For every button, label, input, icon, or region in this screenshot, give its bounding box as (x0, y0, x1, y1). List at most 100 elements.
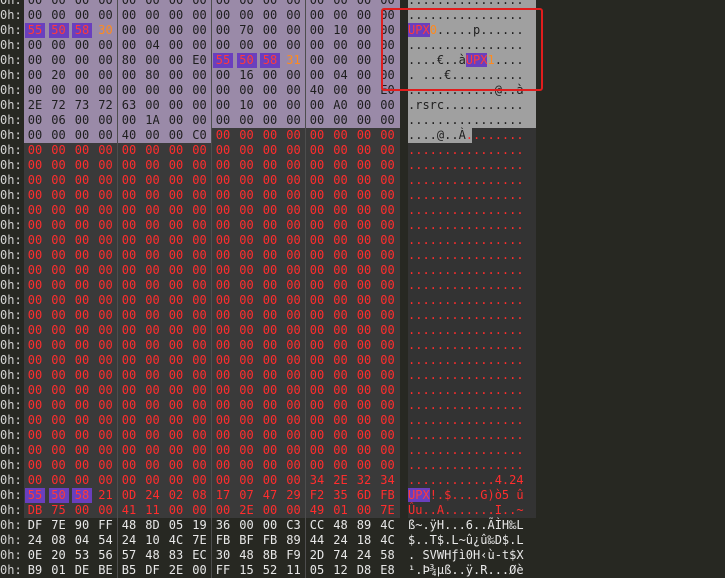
hex-byte[interactable]: 00 (166, 503, 186, 518)
hex-byte[interactable]: 00 (378, 0, 398, 8)
hex-byte[interactable]: 00 (284, 368, 304, 383)
ascii-text[interactable]: ................ (408, 263, 524, 278)
hex-byte[interactable]: CC (307, 518, 327, 533)
hex-byte[interactable]: 00 (143, 398, 163, 413)
hex-byte[interactable]: 00 (331, 278, 351, 293)
hex-byte[interactable]: 00 (72, 428, 92, 443)
hex-byte[interactable]: 00 (143, 353, 163, 368)
hex-byte[interactable]: 00 (96, 338, 116, 353)
hex-byte[interactable]: 00 (166, 158, 186, 173)
hex-row[interactable]: 0h: 00 00 00 00 00 00 00 00 00 00 00 00 00 00 00 00.....… (0, 218, 725, 233)
hex-byte[interactable]: DF (143, 563, 163, 578)
hex-byte[interactable]: 00 (96, 398, 116, 413)
ascii-text[interactable]: ....@..À........ (408, 128, 524, 143)
hex-byte[interactable]: 00 (331, 413, 351, 428)
hex-byte[interactable]: 00 (378, 68, 398, 83)
hex-byte[interactable]: 00 (72, 8, 92, 23)
hex-byte[interactable]: 00 (166, 308, 186, 323)
hex-byte[interactable]: 04 (143, 38, 163, 53)
hex-byte[interactable]: 00 (213, 0, 233, 8)
hex-byte[interactable]: 00 (143, 188, 163, 203)
hex-byte[interactable]: 47 (260, 488, 280, 503)
hex-byte[interactable]: 00 (143, 0, 163, 8)
hex-byte[interactable]: 00 (284, 398, 304, 413)
hex-byte[interactable]: 00 (166, 113, 186, 128)
hex-byte[interactable]: 00 (119, 473, 139, 488)
hex-byte[interactable]: 00 (96, 53, 116, 68)
hex-row[interactable]: 0h: 00 06 00 00 00 1A 00 00 00 00 00 00 00 00 00 00.....… (0, 113, 725, 128)
hex-byte[interactable]: 17 (213, 488, 233, 503)
hex-byte[interactable]: 00 (119, 113, 139, 128)
hex-byte[interactable]: 00 (237, 278, 257, 293)
hex-byte[interactable]: 00 (72, 263, 92, 278)
hex-byte[interactable]: 00 (260, 98, 280, 113)
hex-byte[interactable]: 00 (190, 383, 210, 398)
hex-byte[interactable]: 00 (237, 293, 257, 308)
hex-byte[interactable]: 00 (284, 68, 304, 83)
hex-row[interactable]: 0h: 00 00 00 00 00 00 00 00 00 00 00 00 00 00 00 00.....… (0, 158, 725, 173)
hex-byte[interactable]: 00 (237, 233, 257, 248)
hex-byte[interactable]: 00 (354, 368, 374, 383)
hex-byte[interactable]: 00 (119, 203, 139, 218)
hex-byte[interactable]: 00 (213, 263, 233, 278)
hex-byte[interactable]: 30 (96, 23, 116, 38)
hex-byte[interactable]: 63 (119, 98, 139, 113)
hex-editor-view[interactable]: 0h: 00 00 00 00 00 00 00 00 00 00 00 00 00 00 00 00.....… (0, 0, 725, 578)
hex-byte[interactable]: F9 (284, 548, 304, 563)
hex-byte[interactable]: 00 (237, 308, 257, 323)
hex-byte[interactable]: 00 (307, 218, 327, 233)
hex-byte[interactable]: 00 (166, 338, 186, 353)
hex-byte[interactable]: 00 (166, 428, 186, 443)
hex-byte[interactable]: 00 (96, 0, 116, 8)
hex-byte[interactable]: 72 (49, 98, 69, 113)
hex-byte[interactable]: 00 (119, 323, 139, 338)
hex-byte[interactable]: 00 (307, 173, 327, 188)
hex-byte[interactable]: 00 (331, 458, 351, 473)
hex-byte[interactable]: 00 (260, 173, 280, 188)
hex-byte[interactable]: 00 (260, 128, 280, 143)
hex-row[interactable]: 0h: 00 00 00 00 00 00 00 00 00 00 00 00 34 2E 32 34.....… (0, 473, 725, 488)
hex-byte[interactable]: 00 (378, 293, 398, 308)
hex-byte[interactable]: 00 (354, 128, 374, 143)
hex-byte[interactable]: 00 (378, 413, 398, 428)
hex-byte[interactable]: 00 (237, 188, 257, 203)
hex-byte[interactable]: 00 (213, 98, 233, 113)
hex-byte[interactable]: 00 (72, 173, 92, 188)
hex-byte[interactable]: 00 (354, 398, 374, 413)
hex-byte[interactable]: 32 (354, 473, 374, 488)
hex-byte[interactable]: 00 (72, 203, 92, 218)
hex-byte[interactable]: 00 (237, 203, 257, 218)
hex-byte[interactable]: 15 (237, 563, 257, 578)
hex-byte[interactable]: 00 (213, 353, 233, 368)
hex-byte[interactable]: 00 (307, 203, 327, 218)
hex-byte[interactable]: 00 (49, 338, 69, 353)
hex-byte[interactable]: 00 (72, 293, 92, 308)
hex-byte[interactable]: 00 (378, 263, 398, 278)
hex-byte[interactable]: 00 (260, 428, 280, 443)
hex-byte[interactable]: 0E (25, 548, 45, 563)
hex-byte[interactable]: 00 (260, 263, 280, 278)
hex-byte[interactable]: 00 (378, 8, 398, 23)
hex-byte[interactable]: 24 (354, 548, 374, 563)
hex-byte[interactable]: 00 (354, 323, 374, 338)
hex-byte[interactable]: 00 (166, 443, 186, 458)
hex-byte[interactable]: 00 (72, 338, 92, 353)
hex-row[interactable]: 0h: 0E 20 53 56 57 48 83 EC 30 48 8B F9 2D 74 24 58. SVW… (0, 548, 725, 563)
hex-byte[interactable]: 00 (143, 368, 163, 383)
hex-byte[interactable]: 00 (378, 383, 398, 398)
hex-byte[interactable]: 00 (96, 473, 116, 488)
hex-byte[interactable]: 00 (119, 428, 139, 443)
hex-byte[interactable]: 00 (354, 8, 374, 23)
ascii-text[interactable]: ................ (408, 188, 524, 203)
hex-byte[interactable]: 41 (119, 503, 139, 518)
hex-byte[interactable]: 00 (143, 338, 163, 353)
hex-byte[interactable]: 01 (49, 563, 69, 578)
hex-row[interactable]: 0h: 00 00 00 00 00 00 00 00 00 00 00 00 00 00 00 00.....… (0, 323, 725, 338)
hex-byte[interactable]: E0 (190, 53, 210, 68)
hex-byte[interactable]: 00 (25, 473, 45, 488)
hex-byte[interactable]: 00 (260, 113, 280, 128)
hex-row[interactable]: 0h: 00 00 00 00 00 00 00 00 00 00 00 00 00 00 00 00.....… (0, 428, 725, 443)
hex-byte[interactable]: 00 (213, 218, 233, 233)
hex-byte[interactable]: 00 (213, 383, 233, 398)
hex-byte[interactable]: 2E (331, 473, 351, 488)
